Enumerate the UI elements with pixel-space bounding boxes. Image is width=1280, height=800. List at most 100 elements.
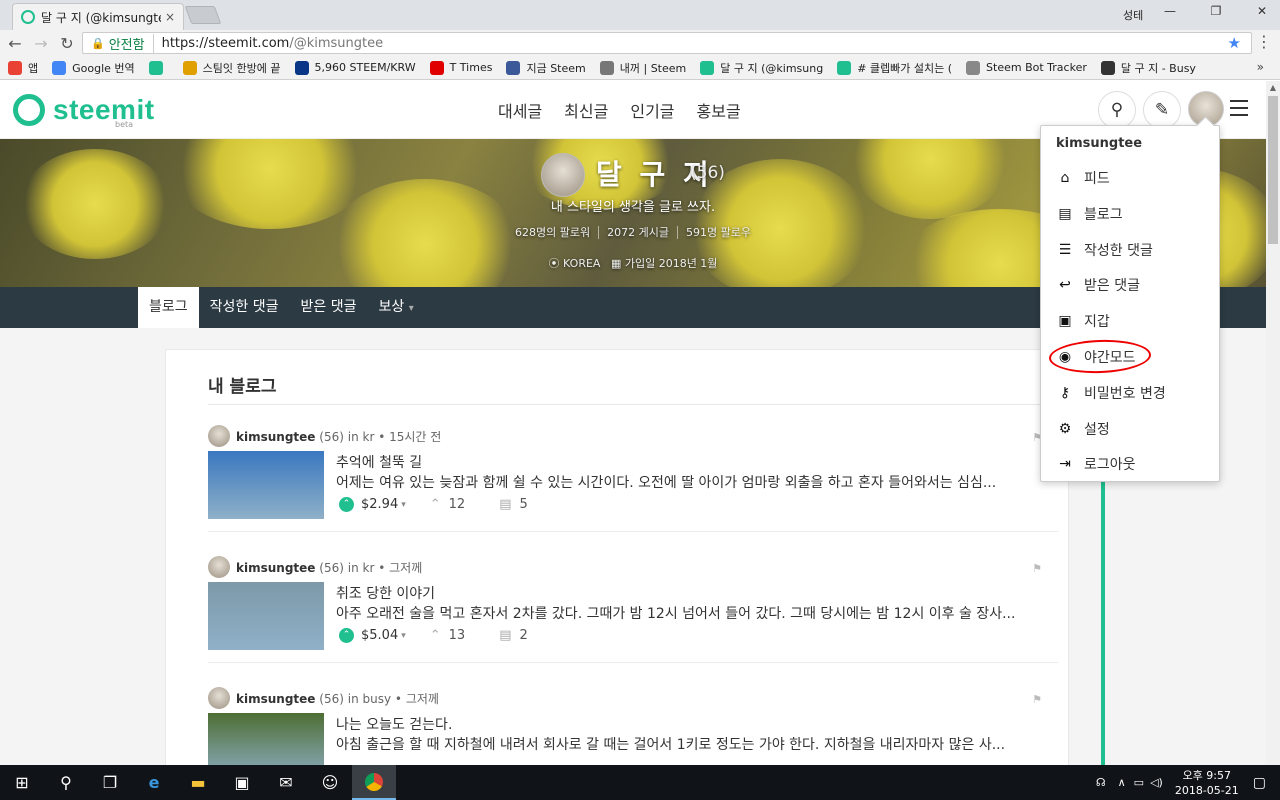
- followers-count[interactable]: 628명의 팔로워: [507, 226, 600, 239]
- dropdown-item[interactable]: ▤ 블로그: [1056, 204, 1122, 224]
- author-name[interactable]: kimsungtee: [236, 692, 315, 706]
- upvote-icon[interactable]: ⌃: [339, 497, 354, 512]
- following-count[interactable]: 591명 팔로우: [678, 226, 759, 239]
- post-title[interactable]: 나는 오늘도 걷는다.: [336, 714, 452, 734]
- post-comments[interactable]: 2: [520, 628, 528, 643]
- scrollbar-thumb[interactable]: [1268, 96, 1278, 244]
- bookmark-item[interactable]: 달 구 지 - Busy: [1100, 60, 1196, 76]
- flag-icon[interactable]: ⚑: [1032, 562, 1042, 575]
- url-text[interactable]: https://steemit.com/@kimsungtee: [154, 36, 384, 51]
- windows-start-icon[interactable]: ⊞: [0, 765, 44, 800]
- bookmark-item[interactable]: 지금 Steem: [506, 60, 586, 76]
- network-icon[interactable]: ▭: [1134, 776, 1144, 789]
- post-summary[interactable]: 아침 출근을 할 때 지하철에 내려서 회사로 갈 때는 걸어서 1키로 정도는…: [336, 734, 1060, 754]
- scroll-up-icon[interactable]: ▲: [1266, 83, 1280, 92]
- bookmark-item[interactable]: [148, 60, 169, 75]
- dropdown-item[interactable]: ▣ 지갑: [1056, 311, 1109, 331]
- post-payout[interactable]: $2.94: [361, 497, 398, 512]
- payout-dropdown-icon[interactable]: ▾: [401, 631, 406, 641]
- post-summary[interactable]: 아주 오래전 술을 먹고 혼자서 2차를 갔다. 그때가 밤 12시 넘어서 들…: [336, 603, 1060, 623]
- edge-browser-icon[interactable]: e: [132, 765, 176, 800]
- notifications-icon[interactable]: ▢: [1253, 775, 1266, 791]
- post-title[interactable]: 취조 당한 이야기: [336, 583, 435, 603]
- post-comments[interactable]: 5: [520, 497, 528, 512]
- mail-icon[interactable]: ✉: [264, 765, 308, 800]
- people-icon[interactable]: ☊: [1096, 776, 1106, 789]
- bookmark-item[interactable]: 내꺼 | Steem: [599, 60, 686, 76]
- address-bar[interactable]: 🔒 안전함 https://steemit.com/@kimsungtee ★: [82, 32, 1252, 54]
- dropdown-item[interactable]: ⚙ 설정: [1056, 419, 1110, 439]
- nav-promoted[interactable]: 홍보글: [697, 98, 741, 122]
- store-icon[interactable]: ▣: [220, 765, 264, 800]
- bookmark-item[interactable]: Google 번역: [52, 60, 135, 76]
- post-category[interactable]: kr: [363, 561, 375, 575]
- chrome-taskbar-icon[interactable]: [352, 765, 396, 800]
- minimize-icon[interactable]: —: [1160, 4, 1180, 18]
- window-close-icon[interactable]: ✕: [1252, 4, 1272, 18]
- payout-dropdown-icon[interactable]: ▾: [401, 500, 406, 510]
- back-icon[interactable]: ←: [4, 34, 26, 53]
- post-summary[interactable]: 어제는 여유 있는 늦잠과 함께 쉴 수 있는 시간이다. 오전에 딸 아이가 …: [336, 472, 1060, 492]
- dropdown-item[interactable]: ☰ 작성한 댓글: [1056, 240, 1153, 260]
- tab-replies[interactable]: 받은 댓글: [290, 287, 368, 328]
- browser-tab[interactable]: 달 구 지 (@kimsungtee) ×: [12, 3, 184, 30]
- post-thumbnail[interactable]: [208, 582, 324, 650]
- nav-new[interactable]: 최신글: [564, 98, 608, 122]
- tab-comments[interactable]: 작성한 댓글: [199, 287, 290, 328]
- author-name[interactable]: kimsungtee: [236, 561, 315, 575]
- flag-icon[interactable]: ⚑: [1032, 693, 1042, 706]
- new-tab-button[interactable]: [184, 6, 222, 24]
- dropdown-username[interactable]: kimsungtee: [1056, 136, 1142, 151]
- bookmark-item[interactable]: T Times: [429, 60, 492, 75]
- upvote-icon[interactable]: ⌃: [339, 628, 354, 643]
- bookmark-item[interactable]: # 클렙빠가 설치는 (: [837, 60, 952, 76]
- page-scrollbar[interactable]: ▲: [1266, 81, 1280, 765]
- dropdown-item[interactable]: ↩ 받은 댓글: [1056, 275, 1140, 295]
- tab-blog[interactable]: 블로그: [138, 287, 199, 328]
- tab-close-icon[interactable]: ×: [165, 10, 175, 24]
- search-button[interactable]: ⚲: [1098, 91, 1136, 129]
- hamburger-menu-icon[interactable]: [1230, 100, 1248, 121]
- post-payout[interactable]: $5.04: [361, 628, 398, 643]
- post-time[interactable]: • 그저께: [378, 561, 422, 575]
- profile-user-label[interactable]: 성테: [1123, 7, 1143, 23]
- post-votes[interactable]: 12: [449, 497, 466, 512]
- author-avatar[interactable]: [208, 687, 230, 709]
- author-avatar[interactable]: [208, 425, 230, 447]
- dropdown-item[interactable]: ⌂ 피드: [1056, 168, 1110, 188]
- post-time[interactable]: • 15시간 전: [378, 430, 441, 444]
- forward-icon[interactable]: →: [30, 34, 52, 53]
- bookmark-star-icon[interactable]: ★: [1228, 34, 1241, 52]
- task-view-icon[interactable]: ❐: [88, 765, 132, 800]
- author-name[interactable]: kimsungtee: [236, 430, 315, 444]
- post-category[interactable]: busy: [363, 692, 392, 706]
- post-thumbnail[interactable]: [208, 451, 324, 519]
- bookmarks-overflow-icon[interactable]: »: [1257, 60, 1264, 74]
- author-avatar[interactable]: [208, 556, 230, 578]
- restore-icon[interactable]: ❐: [1206, 4, 1226, 18]
- file-explorer-icon[interactable]: ▬: [176, 765, 220, 800]
- write-post-button[interactable]: ✎: [1143, 91, 1181, 129]
- post-votes[interactable]: 13: [449, 628, 466, 643]
- reload-icon[interactable]: ↻: [56, 34, 78, 53]
- bookmark-item[interactable]: 5,960 STEEM/KRW: [294, 60, 416, 75]
- bookmark-item[interactable]: 앱: [8, 60, 38, 76]
- nav-trending[interactable]: 대세글: [498, 98, 542, 122]
- nav-hot[interactable]: 인기글: [630, 98, 674, 122]
- post-time[interactable]: • 그저께: [395, 692, 439, 706]
- browser-menu-icon[interactable]: ⋮: [1256, 32, 1272, 51]
- steemit-logo[interactable]: steemit: [13, 94, 155, 126]
- bookmark-item[interactable]: Steem Bot Tracker: [966, 60, 1087, 75]
- robot-app-icon[interactable]: ☺: [308, 765, 352, 800]
- post-category[interactable]: kr: [363, 430, 375, 444]
- dropdown-item[interactable]: ⚷ 비밀번호 변경: [1056, 383, 1166, 403]
- tray-expand-icon[interactable]: ∧: [1118, 776, 1126, 789]
- bookmark-item[interactable]: 달 구 지 (@kimsung: [700, 60, 823, 76]
- search-icon[interactable]: ⚲: [44, 765, 88, 800]
- dropdown-item[interactable]: ⇥ 로그아웃: [1056, 454, 1135, 474]
- post-title[interactable]: 추억에 철뚝 길: [336, 452, 422, 472]
- clock[interactable]: 오후 9:57 2018-05-21: [1175, 768, 1239, 798]
- tab-rewards[interactable]: 보상 ▾: [367, 287, 424, 328]
- bookmark-item[interactable]: 스팀잇 한방에 끝: [182, 60, 281, 76]
- volume-icon[interactable]: ◁): [1150, 776, 1163, 789]
